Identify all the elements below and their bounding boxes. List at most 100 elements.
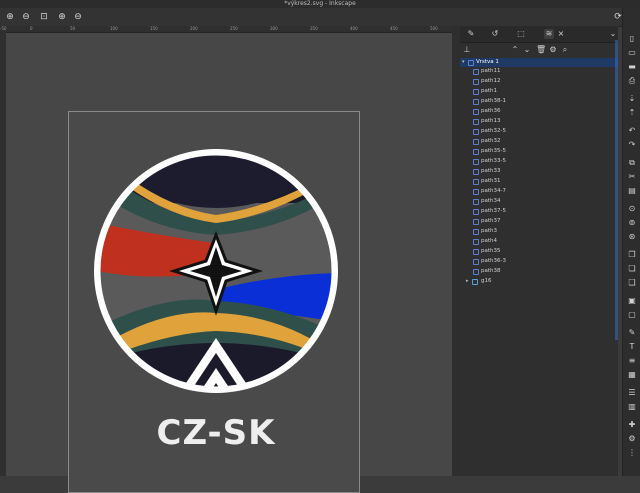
dock-tabs: ✎ ↺ ⬚ ≋ × ⌄ [460,26,618,43]
ruler-tick: 150 [150,26,158,31]
object-name: path13 [481,118,501,124]
object-row[interactable]: path33 [460,167,618,176]
object-name: path36 [481,108,501,114]
drawing-canvas[interactable]: CZ-SK [6,33,456,493]
object-row[interactable]: path1 [460,87,618,96]
text-font-icon[interactable]: T [627,342,637,352]
expand-arrow-icon[interactable]: ▾ [462,58,465,67]
commands-bar: ▯ ▭ ▬ ⎙ ⇣ ⇡ ↶ ↷ ⧉ ✂ ▤ ⊙ ⊚ ⊛ ❐ ❏ ❑ ▣ ▢ ✎ … [622,8,640,476]
object-row[interactable]: path36-3 [460,257,618,266]
object-row[interactable]: path11 [460,67,618,76]
delete-icon[interactable]: 🗑 [536,44,546,56]
object-row[interactable]: path38 [460,267,618,276]
group-row[interactable]: ▸ g16 [460,277,618,286]
object-name: path37 [481,218,501,224]
ruler-tick: 50 [70,26,76,31]
save-icon[interactable]: ▬ [627,62,637,72]
unlink-clone-icon[interactable]: ❑ [627,278,637,288]
object-name: path38-1 [481,98,506,104]
path-icon [473,108,479,115]
export-icon[interactable]: ⬚ [516,29,526,39]
object-row[interactable]: path33-5 [460,157,618,166]
object-name: path3 [481,228,498,234]
horizontal-ruler[interactable]: -50 0 50 100 150 200 250 300 350 400 450… [0,26,458,33]
object-row[interactable]: path32 [460,137,618,146]
object-row[interactable]: path37-5 [460,207,618,216]
new-document-icon[interactable]: ▯ [627,34,637,44]
zoom-selection-icon[interactable]: ⊙ [627,204,637,214]
more-icon[interactable]: ⋮ [627,448,637,458]
layers-objects-panel: ✎ ↺ ⬚ ≋ × ⌄ ⊥ ⌃ ⌄ 🗑 ⚙ ⌕ ▾ Vrstva 1 path1… [460,26,618,476]
open-file-icon[interactable]: ▭ [627,48,637,58]
object-row[interactable]: path32-5 [460,127,618,136]
import-icon[interactable]: ⇣ [627,94,637,104]
zoom-in-icon[interactable]: ⊕ [4,11,16,23]
panel-divider[interactable] [452,26,460,476]
logo-artwork [94,149,338,393]
zoom-out-icon[interactable]: ⊖ [72,11,84,23]
path-icon [473,118,479,125]
object-row[interactable]: path37 [460,217,618,226]
layers-tree: ▾ Vrstva 1 path11 path12 path1 path38-1 … [460,58,618,476]
path-icon [473,178,479,185]
expand-arrow-icon[interactable]: ▸ [466,277,469,286]
object-row[interactable]: path3 [460,227,618,236]
object-row[interactable]: path38-1 [460,97,618,106]
layers-objects-icon[interactable]: ≋ [544,29,554,39]
move-down-icon[interactable]: ⌄ [522,44,532,56]
path-icon [473,168,479,175]
undo-icon[interactable]: ↶ [627,126,637,136]
layer-row[interactable]: ▾ Vrstva 1 [460,58,618,67]
fill-stroke-icon[interactable]: ✎ [466,29,476,39]
path-icon [473,78,479,85]
duplicate-icon[interactable]: ❐ [627,250,637,260]
path-icon [473,88,479,95]
group-icon[interactable]: ▣ [627,296,637,306]
xml-editor-icon[interactable]: ≡ [627,356,637,366]
clone-icon[interactable]: ❏ [627,264,637,274]
paste-icon[interactable]: ▤ [627,186,637,196]
print-icon[interactable]: ⎙ [627,76,637,86]
ruler-tick: 500 [430,26,438,31]
close-tab-icon[interactable]: × [556,29,566,39]
search-icon[interactable]: ⌕ [560,44,570,56]
add-layer-icon[interactable]: ⊥ [462,44,472,56]
settings-icon[interactable]: ⚙ [627,434,637,444]
cz-sk-mission-logo[interactable]: CZ-SK [76,143,356,463]
object-row[interactable]: path31 [460,177,618,186]
zoom-page-icon[interactable]: ⊛ [627,232,637,242]
zoom-out-icon[interactable]: ⊖ [20,11,32,23]
zoom-drawing-icon[interactable]: ⊚ [627,218,637,228]
object-row[interactable]: path35-5 [460,147,618,156]
object-row[interactable]: path4 [460,237,618,246]
settings-icon[interactable]: ⚙ [548,44,558,56]
layers-toolbar: ⊥ ⌃ ⌄ 🗑 ⚙ ⌕ [460,43,618,57]
path-icon [473,98,479,105]
object-row[interactable]: path36 [460,107,618,116]
copy-icon[interactable]: ⧉ [627,158,637,168]
preferences-icon[interactable]: ☰ [627,388,637,398]
zoom-fit-icon[interactable]: ⊡ [38,11,50,23]
ungroup-icon[interactable]: ▢ [627,310,637,320]
cut-icon[interactable]: ✂ [627,172,637,182]
object-row[interactable]: path12 [460,77,618,86]
symbols-icon[interactable]: ✚ [627,420,637,430]
object-row[interactable]: path34 [460,197,618,206]
align-distribute-icon[interactable]: ▦ [627,370,637,380]
object-name: path37-5 [481,208,506,214]
object-row[interactable]: path35 [460,247,618,256]
redo-icon[interactable]: ↷ [627,140,637,150]
export-icon[interactable]: ⇡ [627,108,637,118]
object-row[interactable]: path34-7 [460,187,618,196]
chevron-down-icon[interactable]: ⌄ [608,29,618,39]
object-row[interactable]: path13 [460,117,618,126]
layer-icon [468,59,474,66]
document-properties-icon[interactable]: ▥ [627,402,637,412]
layer-color-indicator [615,40,618,340]
path-icon [473,148,479,155]
undo-history-icon[interactable]: ↺ [490,29,500,39]
zoom-in-icon[interactable]: ⊕ [56,11,68,23]
move-up-icon[interactable]: ⌃ [510,44,520,56]
fill-stroke-icon[interactable]: ✎ [627,328,637,338]
object-name: path35 [481,248,501,254]
